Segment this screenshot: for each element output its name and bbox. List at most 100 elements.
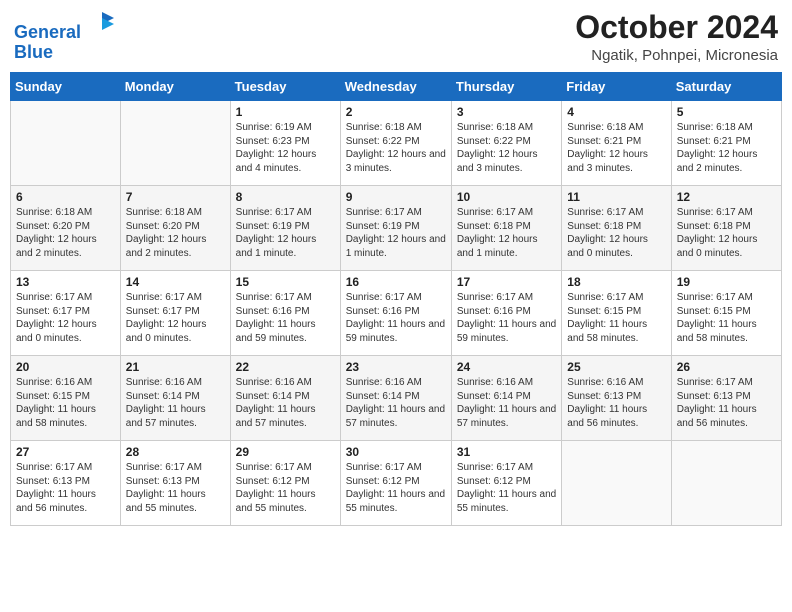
calendar-cell: 19 Sunrise: 6:17 AM Sunset: 6:15 PM Dayli… — [671, 271, 781, 356]
calendar-cell: 14Sunrise: 6:17 AM Sunset: 6:17 PM Dayli… — [120, 271, 230, 356]
day-number: 3 — [457, 105, 556, 119]
calendar-cell: 10Sunrise: 6:17 AM Sunset: 6:18 PM Dayli… — [451, 186, 561, 271]
calendar-cell: 15Sunrise: 6:17 AM Sunset: 6:16 PM Dayli… — [230, 271, 340, 356]
day-info: Sunrise: 6:16 AM Sunset: 6:14 PM Dayligh… — [236, 376, 335, 430]
day-info: Sunrise: 6:17 AM Sunset: 6:13 PM Dayligh… — [126, 461, 225, 515]
calendar-week-row: 27 Sunrise: 6:17 AM Sunset: 6:13 PM Dayli… — [11, 441, 782, 526]
calendar-cell: 16 Sunrise: 6:17 AM Sunset: 6:16 PM Dayli… — [340, 271, 451, 356]
day-info: Sunrise: 6:17 AM Sunset: 6:16 PM Dayligh… — [457, 291, 556, 345]
day-info: Sunrise: 6:16 AM Sunset: 6:14 PM Dayligh… — [457, 376, 556, 430]
calendar-cell: 4 Sunrise: 6:18 AM Sunset: 6:21 PM Daylig… — [562, 101, 671, 186]
weekday-header: Saturday — [671, 73, 781, 101]
day-number: 17 — [457, 275, 556, 289]
day-info: Sunrise: 6:16 AM Sunset: 6:13 PM Dayligh… — [567, 376, 665, 430]
calendar-week-row: 6 Sunrise: 6:18 AM Sunset: 6:20 PM Daylig… — [11, 186, 782, 271]
location: Ngatik, Pohnpei, Micronesia — [575, 47, 778, 64]
day-number: 23 — [346, 360, 446, 374]
day-info: Sunrise: 6:17 AM Sunset: 6:19 PM Dayligh… — [346, 206, 446, 260]
calendar-cell: 27Sunrise: 6:17 AM Sunset: 6:13 PM Dayli… — [11, 441, 121, 526]
calendar-cell — [120, 101, 230, 186]
day-number: 21 — [126, 360, 225, 374]
calendar-cell: 23Sunrise: 6:16 AM Sunset: 6:14 PM Dayli… — [340, 356, 451, 441]
day-number: 26 — [677, 360, 776, 374]
calendar-week-row: 1 Sunrise: 6:19 AM Sunset: 6:23 PM Daylig… — [11, 101, 782, 186]
day-info: Sunrise: 6:17 AM Sunset: 6:15 PM Dayligh… — [677, 291, 776, 345]
calendar-cell: 5 Sunrise: 6:18 AM Sunset: 6:21 PM Daylig… — [671, 101, 781, 186]
day-info: Sunrise: 6:19 AM Sunset: 6:23 PM Dayligh… — [236, 121, 335, 175]
calendar-cell: 3 Sunrise: 6:18 AM Sunset: 6:22 PM Daylig… — [451, 101, 561, 186]
day-number: 14 — [126, 275, 225, 289]
day-number: 1 — [236, 105, 335, 119]
day-number: 5 — [677, 105, 776, 119]
calendar-cell: 22Sunrise: 6:16 AM Sunset: 6:14 PM Dayli… — [230, 356, 340, 441]
day-info: Sunrise: 6:17 AM Sunset: 6:17 PM Dayligh… — [16, 291, 115, 345]
title-block: October 2024 Ngatik, Pohnpei, Micronesia — [575, 10, 778, 64]
day-number: 7 — [126, 190, 225, 204]
calendar-cell: 26 Sunrise: 6:17 AM Sunset: 6:13 PM Dayli… — [671, 356, 781, 441]
day-number: 31 — [457, 445, 556, 459]
day-info: Sunrise: 6:17 AM Sunset: 6:18 PM Dayligh… — [567, 206, 665, 260]
day-info: Sunrise: 6:17 AM Sunset: 6:13 PM Dayligh… — [677, 376, 776, 430]
logo-general: General — [14, 22, 81, 42]
day-info: Sunrise: 6:17 AM Sunset: 6:12 PM Dayligh… — [346, 461, 446, 515]
calendar-cell: 21 Sunrise: 6:16 AM Sunset: 6:14 PM Dayli… — [120, 356, 230, 441]
calendar-cell — [671, 441, 781, 526]
calendar-week-row: 13 Sunrise: 6:17 AM Sunset: 6:17 PM Dayli… — [11, 271, 782, 356]
calendar-cell: 9 Sunrise: 6:17 AM Sunset: 6:19 PM Daylig… — [340, 186, 451, 271]
day-info: Sunrise: 6:18 AM Sunset: 6:21 PM Dayligh… — [567, 121, 665, 175]
day-info: Sunrise: 6:17 AM Sunset: 6:16 PM Dayligh… — [236, 291, 335, 345]
day-number: 4 — [567, 105, 665, 119]
day-number: 30 — [346, 445, 446, 459]
day-number: 18 — [567, 275, 665, 289]
day-info: Sunrise: 6:17 AM Sunset: 6:12 PM Dayligh… — [236, 461, 335, 515]
day-number: 20 — [16, 360, 115, 374]
day-number: 12 — [677, 190, 776, 204]
day-number: 8 — [236, 190, 335, 204]
calendar-cell: 2 Sunrise: 6:18 AM Sunset: 6:22 PM Daylig… — [340, 101, 451, 186]
calendar-cell: 7 Sunrise: 6:18 AM Sunset: 6:20 PM Daylig… — [120, 186, 230, 271]
calendar-cell: 1 Sunrise: 6:19 AM Sunset: 6:23 PM Daylig… — [230, 101, 340, 186]
day-number: 19 — [677, 275, 776, 289]
day-info: Sunrise: 6:18 AM Sunset: 6:20 PM Dayligh… — [126, 206, 225, 260]
logo-flag-icon — [88, 10, 116, 38]
calendar-table: SundayMondayTuesdayWednesdayThursdayFrid… — [10, 72, 782, 526]
calendar-cell: 20 Sunrise: 6:16 AM Sunset: 6:15 PM Dayli… — [11, 356, 121, 441]
day-number: 25 — [567, 360, 665, 374]
calendar-cell: 29 Sunrise: 6:17 AM Sunset: 6:12 PM Dayli… — [230, 441, 340, 526]
day-info: Sunrise: 6:18 AM Sunset: 6:22 PM Dayligh… — [457, 121, 556, 175]
day-info: Sunrise: 6:17 AM Sunset: 6:18 PM Dayligh… — [457, 206, 556, 260]
day-info: Sunrise: 6:17 AM Sunset: 6:15 PM Dayligh… — [567, 291, 665, 345]
calendar-cell — [562, 441, 671, 526]
day-info: Sunrise: 6:17 AM Sunset: 6:16 PM Dayligh… — [346, 291, 446, 345]
day-info: Sunrise: 6:17 AM Sunset: 6:19 PM Dayligh… — [236, 206, 335, 260]
calendar-cell: 18 Sunrise: 6:17 AM Sunset: 6:15 PM Dayli… — [562, 271, 671, 356]
weekday-header: Monday — [120, 73, 230, 101]
day-number: 13 — [16, 275, 115, 289]
calendar-cell: 6 Sunrise: 6:18 AM Sunset: 6:20 PM Daylig… — [11, 186, 121, 271]
day-number: 27 — [16, 445, 115, 459]
day-number: 24 — [457, 360, 556, 374]
page-header: General Blue October 2024 Ngatik, Pohnpe… — [10, 10, 782, 64]
calendar-week-row: 20 Sunrise: 6:16 AM Sunset: 6:15 PM Dayli… — [11, 356, 782, 441]
day-number: 16 — [346, 275, 446, 289]
day-number: 9 — [346, 190, 446, 204]
weekday-header: Tuesday — [230, 73, 340, 101]
calendar-cell: 12Sunrise: 6:17 AM Sunset: 6:18 PM Dayli… — [671, 186, 781, 271]
day-info: Sunrise: 6:18 AM Sunset: 6:21 PM Dayligh… — [677, 121, 776, 175]
calendar-cell: 31Sunrise: 6:17 AM Sunset: 6:12 PM Dayli… — [451, 441, 561, 526]
day-number: 11 — [567, 190, 665, 204]
calendar-body: 1 Sunrise: 6:19 AM Sunset: 6:23 PM Daylig… — [11, 101, 782, 526]
day-number: 28 — [126, 445, 225, 459]
calendar-cell: 25 Sunrise: 6:16 AM Sunset: 6:13 PM Dayli… — [562, 356, 671, 441]
day-number: 6 — [16, 190, 115, 204]
day-info: Sunrise: 6:18 AM Sunset: 6:20 PM Dayligh… — [16, 206, 115, 260]
month-title: October 2024 — [575, 10, 778, 45]
day-number: 2 — [346, 105, 446, 119]
day-info: Sunrise: 6:16 AM Sunset: 6:14 PM Dayligh… — [126, 376, 225, 430]
day-info: Sunrise: 6:16 AM Sunset: 6:15 PM Dayligh… — [16, 376, 115, 430]
weekday-header: Friday — [562, 73, 671, 101]
day-info: Sunrise: 6:18 AM Sunset: 6:22 PM Dayligh… — [346, 121, 446, 175]
day-number: 29 — [236, 445, 335, 459]
weekday-header: Thursday — [451, 73, 561, 101]
logo-blue: Blue — [14, 42, 53, 62]
